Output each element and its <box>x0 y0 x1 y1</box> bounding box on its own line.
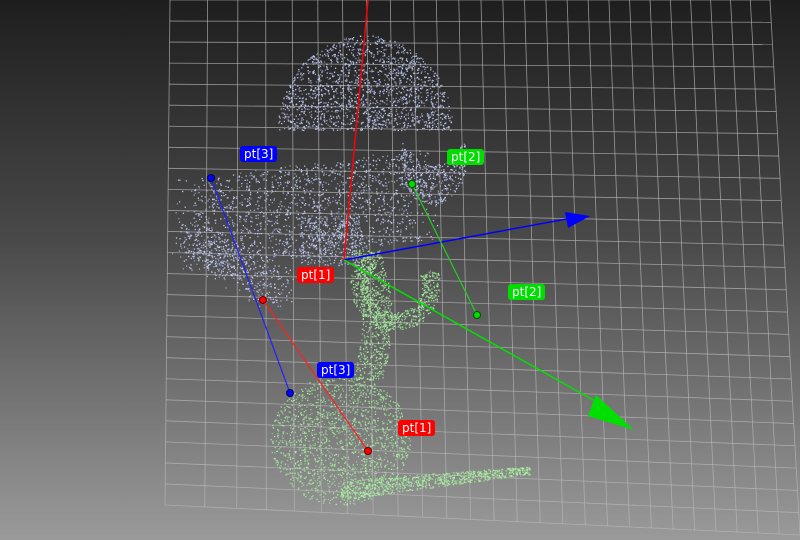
pt1-label-aligned: pt[1] <box>398 420 436 436</box>
pair-2-point-b[interactable] <box>473 311 481 319</box>
axis-x-arrowhead <box>588 395 634 430</box>
pair-2-link <box>408 180 481 319</box>
pt3-label-aligned: pt[3] <box>317 362 355 378</box>
pair-3-point-b[interactable] <box>286 389 294 397</box>
pt2-label-aligned: pt[2] <box>508 284 546 300</box>
pt1-label-reference: pt[1] <box>297 267 335 283</box>
3d-viewport[interactable]: pt[3] pt[2] pt[1] pt[2] pt[3] pt[1] <box>0 0 800 540</box>
pair-3-link <box>207 174 294 397</box>
scene-canvas[interactable] <box>0 0 800 540</box>
pair-3-point-a[interactable] <box>207 174 215 182</box>
axis-y-arrowhead <box>565 212 590 228</box>
pair-2-point-a[interactable] <box>408 180 416 188</box>
pt2-label-reference: pt[2] <box>447 149 485 165</box>
pair-1-point-b[interactable] <box>364 447 372 455</box>
axis-x <box>343 259 634 430</box>
grid-plane <box>164 0 800 536</box>
pair-1-point-a[interactable] <box>259 296 267 304</box>
aligned-point-cloud <box>270 250 532 506</box>
pt3-label-reference: pt[3] <box>240 146 278 162</box>
